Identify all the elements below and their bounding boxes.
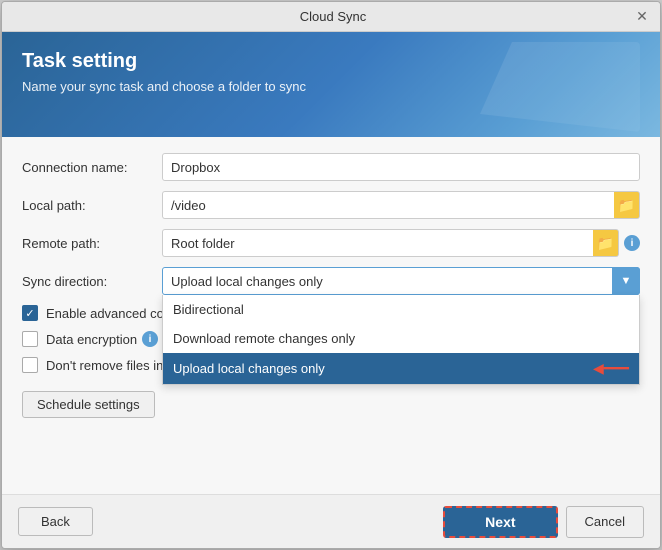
sync-direction-label: Sync direction:: [22, 274, 162, 289]
connection-name-input[interactable]: [162, 153, 640, 181]
local-path-row: Local path: 📁: [22, 191, 640, 219]
window-title: Cloud Sync: [32, 9, 634, 24]
cancel-button[interactable]: Cancel: [566, 506, 644, 538]
close-button[interactable]: ✕: [634, 9, 650, 25]
schedule-settings-button[interactable]: Schedule settings: [22, 391, 155, 418]
cloud-sync-window: Cloud Sync ✕ Task setting Name your sync…: [1, 1, 661, 549]
checkbox-advanced[interactable]: ✓: [22, 305, 38, 321]
folder-icon: 📁: [618, 197, 635, 214]
local-path-input[interactable]: [162, 191, 614, 219]
sync-direction-row: Sync direction: Upload local changes onl…: [22, 267, 640, 295]
remote-path-input-wrap: 📁: [162, 229, 619, 257]
remote-path-row: Remote path: 📁 i: [22, 229, 640, 257]
sync-direction-control: Upload local changes only ▼ Bidirectiona…: [162, 267, 640, 295]
titlebar: Cloud Sync ✕: [2, 2, 660, 32]
sync-direction-select-wrap: Upload local changes only ▼ Bidirectiona…: [162, 267, 640, 295]
encryption-info-icon[interactable]: i: [142, 331, 158, 347]
checkbox-noremove[interactable]: [22, 357, 38, 373]
form-content: Connection name: Local path: 📁 Remote pa…: [2, 137, 660, 494]
footer: Back Next Cancel: [2, 494, 660, 548]
connection-name-label: Connection name:: [22, 160, 162, 175]
footer-right-buttons: Next Cancel: [443, 506, 644, 538]
remote-path-info-icon[interactable]: i: [624, 235, 640, 251]
local-path-input-wrap: 📁: [162, 191, 640, 219]
folder-icon-remote: 📁: [597, 235, 614, 252]
connection-name-control: [162, 153, 640, 181]
header-title: Task setting: [22, 50, 640, 73]
remote-path-folder-button[interactable]: 📁: [593, 229, 619, 257]
local-path-label: Local path:: [22, 198, 162, 213]
chevron-down-icon[interactable]: ▼: [612, 267, 640, 295]
checkbox-encryption-label: Data encryption: [46, 332, 137, 347]
header-subtitle: Name your sync task and choose a folder …: [22, 79, 640, 94]
back-button[interactable]: Back: [18, 507, 93, 536]
local-path-control: 📁: [162, 191, 640, 219]
checkmark-icon: ✓: [25, 307, 34, 320]
local-path-folder-button[interactable]: 📁: [614, 191, 640, 219]
next-button[interactable]: Next: [443, 506, 557, 538]
dropdown-item-bidirectional[interactable]: Bidirectional: [163, 295, 639, 324]
header-banner: Task setting Name your sync task and cho…: [2, 32, 660, 137]
sync-direction-dropdown: Bidirectional Download remote changes on…: [162, 295, 640, 385]
remote-path-input[interactable]: [162, 229, 593, 257]
dropdown-item-upload[interactable]: Upload local changes only ◀━━━: [163, 353, 639, 384]
checkbox-encryption[interactable]: [22, 331, 38, 347]
remote-path-label: Remote path:: [22, 236, 162, 251]
connection-name-row: Connection name:: [22, 153, 640, 181]
sync-direction-display[interactable]: Upload local changes only: [162, 267, 640, 295]
remote-path-control: 📁 i: [162, 229, 640, 257]
dropdown-item-download[interactable]: Download remote changes only: [163, 324, 639, 353]
selected-arrow-indicator: ◀━━━: [593, 360, 629, 377]
